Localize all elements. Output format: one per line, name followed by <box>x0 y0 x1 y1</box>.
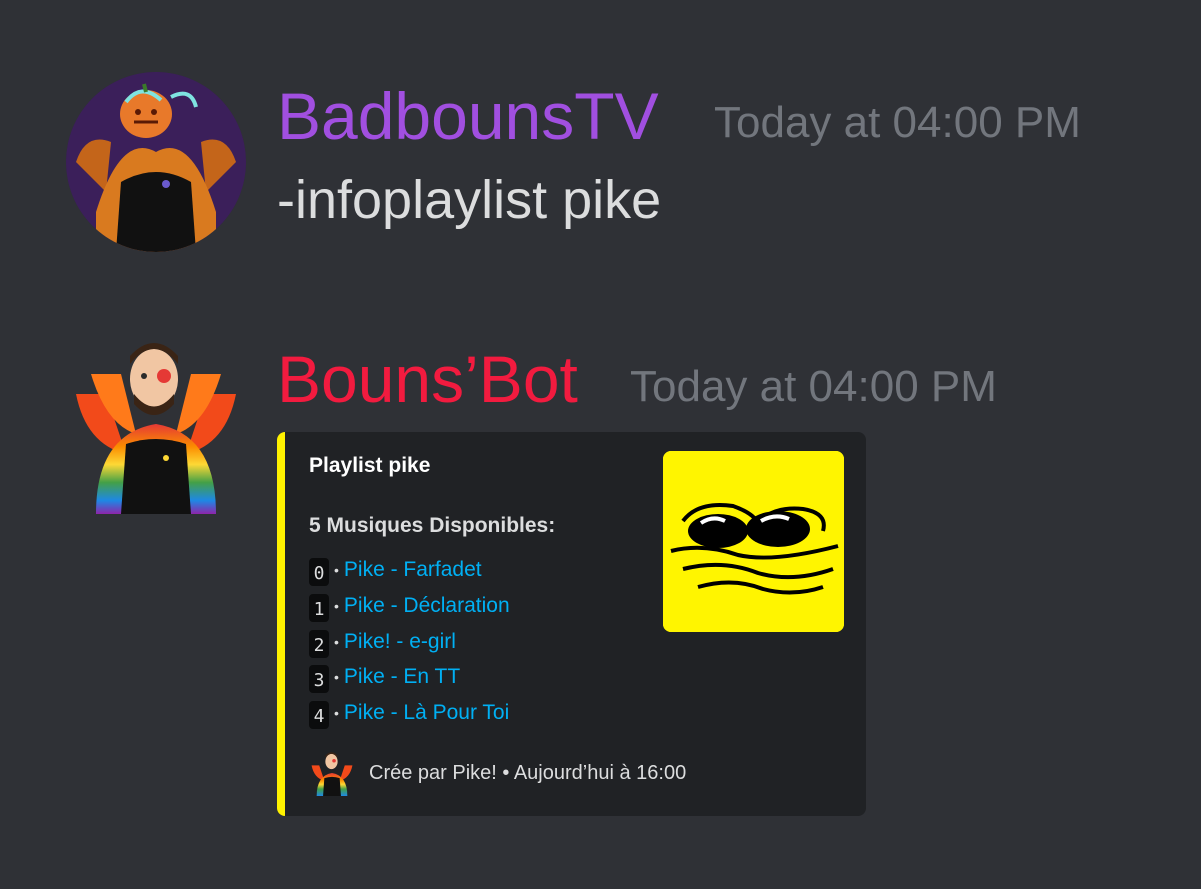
embed-accent-bar <box>277 432 285 816</box>
embed-title: Playlist pike <box>309 454 431 477</box>
track-link[interactable]: Pike - Déclaration <box>344 594 510 618</box>
track-separator: • <box>334 669 339 685</box>
track-link[interactable]: Pike - En TT <box>344 665 460 689</box>
track-link[interactable]: Pike! - e-girl <box>344 630 456 654</box>
track-item: 0 • Pike - Farfadet <box>309 555 482 586</box>
track-separator: • <box>334 705 339 721</box>
embed-footer: Crée par Pike! • Aujourd’hui à 16:00 <box>309 750 686 796</box>
sunglasses-face-icon <box>663 451 844 632</box>
track-link[interactable]: Pike - Farfadet <box>344 558 482 582</box>
bot-username[interactable]: Bouns’Bot <box>277 346 578 412</box>
track-separator: • <box>334 634 339 650</box>
pumpkin-head-avatar-icon <box>66 72 246 252</box>
footer-avatar-icon <box>311 752 353 796</box>
track-index: 3 <box>309 665 329 693</box>
track-item: 1 • Pike - Déclaration <box>309 591 510 622</box>
track-index: 4 <box>309 701 329 729</box>
playlist-embed: Playlist pike 5 Musiques Disponibles: 0 … <box>277 432 866 816</box>
embed-thumbnail[interactable] <box>663 451 844 632</box>
track-item: 4 • Pike - Là Pour Toi <box>309 698 509 729</box>
track-index: 1 <box>309 594 329 622</box>
user-avatar[interactable] <box>66 72 246 252</box>
track-item: 3 • Pike - En TT <box>309 662 460 693</box>
track-index: 2 <box>309 630 329 658</box>
track-link[interactable]: Pike - Là Pour Toi <box>344 701 509 725</box>
track-item: 2 • Pike! - e-girl <box>309 627 456 658</box>
message-content: -infoplaylist pike <box>277 170 662 230</box>
message-timestamp: Today at 04:00 PM <box>630 362 997 411</box>
track-separator: • <box>334 598 339 614</box>
bot-avatar[interactable] <box>66 334 246 514</box>
rainbow-hoodie-avatar-icon <box>76 343 236 514</box>
username[interactable]: BadbounsTV <box>277 83 659 149</box>
message-timestamp: Today at 04:00 PM <box>714 98 1081 147</box>
track-separator: • <box>334 562 339 578</box>
track-index: 0 <box>309 558 329 586</box>
footer-text: Crée par Pike! • Aujourd’hui à 16:00 <box>369 761 687 784</box>
embed-subtitle: 5 Musiques Disponibles: <box>309 514 556 537</box>
